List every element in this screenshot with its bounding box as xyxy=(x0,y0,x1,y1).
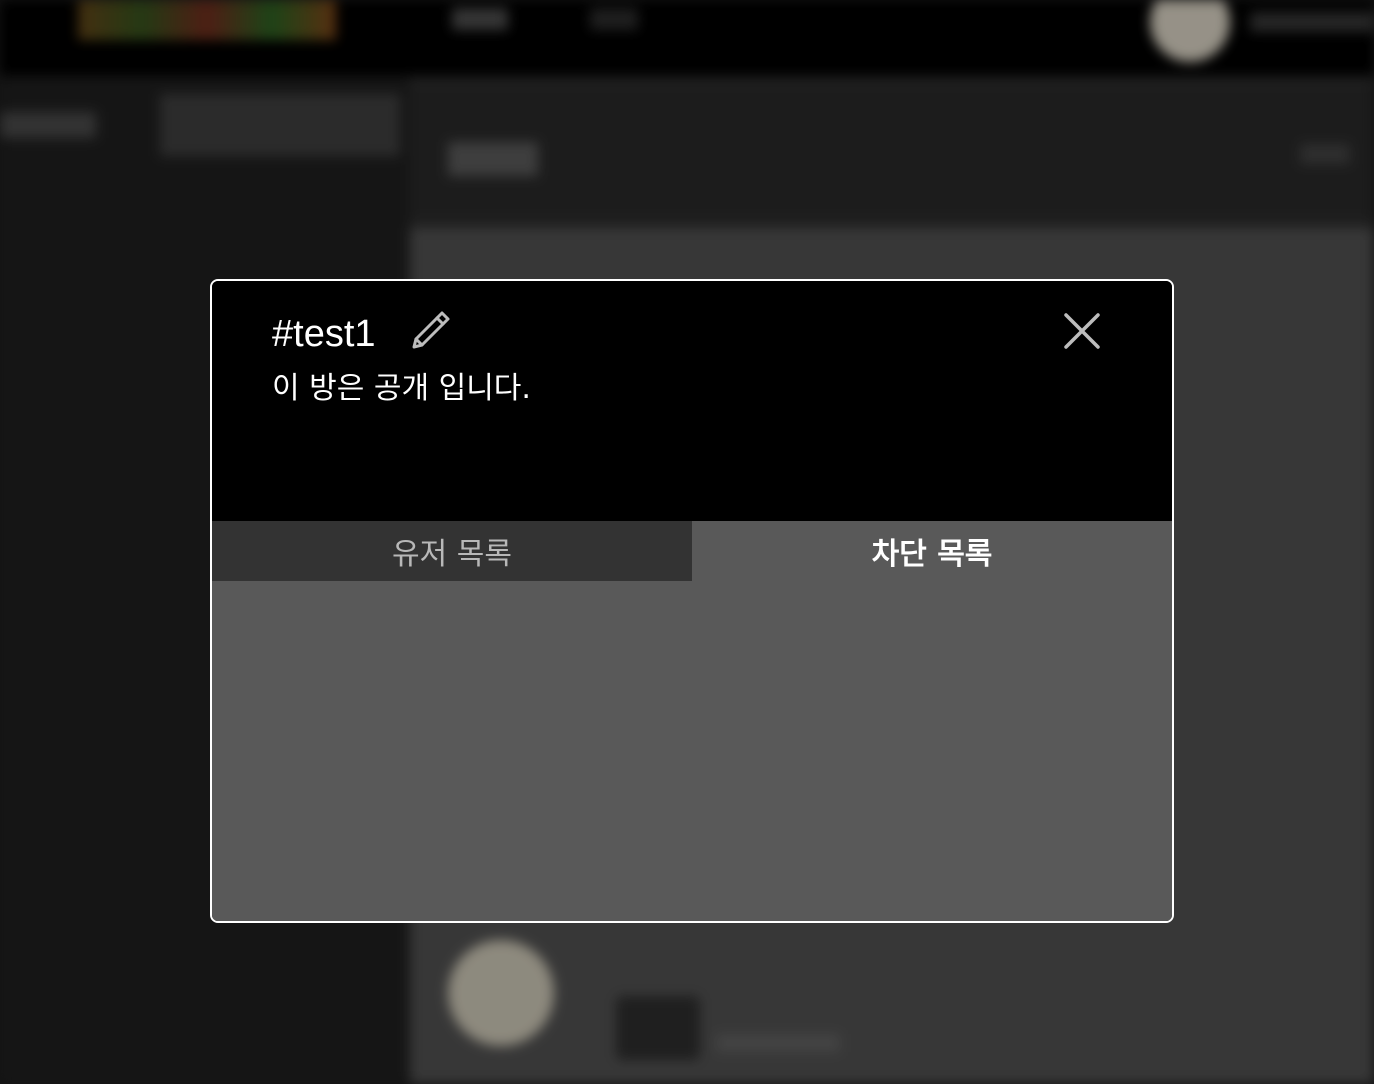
edit-room-button[interactable] xyxy=(402,303,458,359)
close-icon xyxy=(1064,313,1100,349)
close-button[interactable] xyxy=(1058,307,1106,355)
room-description: 이 방은 공개 입니다. xyxy=(272,371,531,406)
modal-tabs: 유저 목록 차단 목록 xyxy=(212,521,1172,581)
room-title: #test1 xyxy=(272,313,376,355)
blocked-list-panel xyxy=(212,581,1172,921)
modal-header: #test1 이 방은 공개 입니다. xyxy=(212,281,1172,521)
tab-blocked-list[interactable]: 차단 목록 xyxy=(692,521,1172,581)
room-info-modal: #test1 이 방은 공개 입니다. 유저 목록 차단 목록 xyxy=(210,279,1174,923)
tab-user-list[interactable]: 유저 목록 xyxy=(212,521,692,581)
pencil-icon xyxy=(412,311,450,349)
